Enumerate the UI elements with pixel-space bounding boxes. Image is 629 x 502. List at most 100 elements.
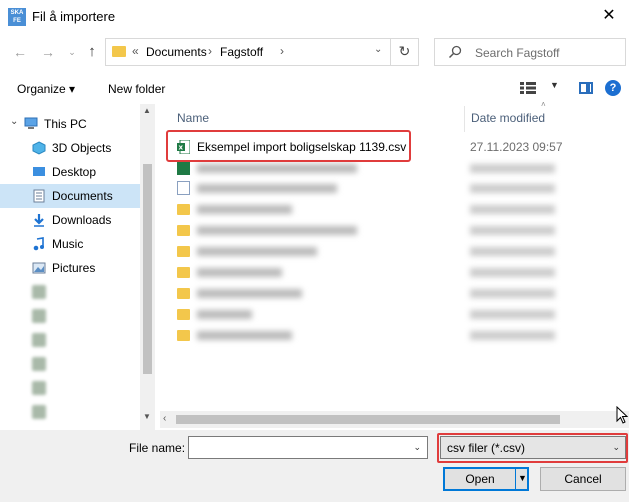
navpane-scrollbar[interactable]: ▲ ▼	[140, 104, 155, 430]
nav-item-label: Desktop	[52, 165, 97, 179]
nav-item-pictures[interactable]: Pictures	[0, 256, 140, 280]
expand-chevron-icon[interactable]: ⌄	[10, 116, 18, 127]
scroll-up-icon[interactable]: ▲	[143, 106, 151, 115]
file-name-label: File name:	[129, 441, 186, 455]
folder-row-blurred[interactable]	[165, 199, 625, 219]
nav-item-blurred[interactable]	[0, 352, 140, 376]
file-date-blurred	[470, 184, 555, 193]
breadcrumb-documents[interactable]: Documents	[146, 45, 207, 59]
view-dropdown-icon[interactable]: ▼	[550, 80, 559, 90]
organize-button[interactable]: Organize ▾	[17, 82, 75, 96]
folder-icon	[112, 46, 126, 57]
open-button-label: Open	[465, 472, 495, 486]
nav-item-downloads[interactable]: Downloads	[0, 208, 140, 232]
title-bar: SKA FE Fil å importere ✕	[0, 0, 629, 34]
close-icon[interactable]: ✕	[597, 4, 621, 28]
refresh-icon[interactable]: ↻	[390, 38, 418, 66]
new-folder-button[interactable]: New folder	[108, 82, 165, 96]
file-name-blurred	[197, 184, 337, 193]
folder-date-blurred	[470, 310, 555, 319]
scroll-down-icon[interactable]: ▼	[143, 412, 151, 421]
breadcrumb-separator-icon[interactable]: ›	[208, 44, 212, 58]
folder-row-blurred[interactable]	[165, 325, 625, 345]
forward-arrow-icon[interactable]: →	[38, 42, 58, 62]
horizontal-scrollbar[interactable]: ‹	[160, 411, 629, 428]
search-input[interactable]: Search Fagstoff	[434, 38, 626, 66]
drive-icon	[32, 309, 46, 323]
column-divider[interactable]	[464, 106, 465, 132]
help-icon[interactable]: ?	[605, 80, 621, 96]
file-highlight-annotation	[166, 130, 411, 162]
nav-item-blurred[interactable]	[0, 304, 140, 328]
chevron-down-icon[interactable]: ⌄	[413, 442, 421, 453]
download-icon	[34, 214, 44, 227]
nav-item-this-pc[interactable]: ⌄ This PC	[0, 112, 140, 136]
nav-item-desktop[interactable]: Desktop	[0, 160, 140, 184]
file-name-input[interactable]: ⌄	[188, 436, 428, 459]
cancel-button[interactable]: Cancel	[540, 467, 626, 491]
nav-item-3d-objects[interactable]: 3D Objects	[0, 136, 140, 160]
excel-file-icon	[177, 161, 190, 175]
address-bar[interactable]: « Documents › Fagstoff › ⌄	[105, 38, 419, 66]
folder-icon	[177, 225, 190, 236]
folder-date-blurred	[470, 268, 555, 277]
scrollbar-thumb[interactable]	[143, 164, 152, 374]
folder-icon	[177, 330, 190, 341]
nav-item-documents[interactable]: Documents	[0, 184, 140, 208]
folder-icon	[177, 309, 190, 320]
folder-date-blurred	[470, 247, 555, 256]
scroll-left-icon[interactable]: ‹	[163, 413, 166, 424]
column-header-date-modified[interactable]: Date modified	[471, 111, 545, 125]
folder-name-blurred	[197, 268, 282, 277]
nav-item-label: Music	[52, 237, 84, 251]
folder-row-blurred[interactable]	[165, 283, 625, 303]
column-header-name[interactable]: Name	[177, 111, 209, 125]
nav-item-music[interactable]: Music	[0, 232, 140, 256]
nav-item-blurred[interactable]	[0, 280, 140, 304]
mouse-cursor-icon	[616, 406, 628, 424]
nav-item-label: This PC	[44, 117, 87, 131]
folder-date-blurred	[470, 289, 555, 298]
preview-pane-icon[interactable]	[579, 82, 593, 94]
folder-name-blurred	[197, 226, 357, 235]
recent-locations-chevron-icon[interactable]: ⌄	[62, 42, 82, 62]
desktop-icon	[33, 167, 45, 176]
navigation-bar: ← → ⌄ ↑ « Documents › Fagstoff › ⌄ ↻ Sea…	[0, 34, 629, 72]
split-divider	[515, 469, 516, 489]
drive-icon	[32, 333, 46, 347]
nav-item-blurred[interactable]	[0, 376, 140, 400]
folder-row-blurred[interactable]	[165, 304, 625, 324]
document-file-icon	[177, 181, 190, 195]
cube-icon	[32, 141, 46, 155]
back-arrow-icon[interactable]: ←	[10, 42, 30, 62]
breadcrumb-overflow[interactable]: «	[132, 44, 139, 58]
nav-item-blurred[interactable]	[0, 400, 140, 424]
breadcrumb-separator-icon[interactable]: ›	[280, 44, 284, 58]
computer-icon	[24, 117, 38, 129]
folder-icon	[177, 288, 190, 299]
folder-row-blurred[interactable]	[165, 241, 625, 261]
drive-icon	[32, 285, 46, 299]
open-button[interactable]: Open ▼	[443, 467, 529, 491]
folder-row-blurred[interactable]	[165, 220, 625, 240]
music-icon	[33, 237, 44, 251]
file-row-blurred[interactable]	[165, 178, 625, 198]
folder-row-blurred[interactable]	[165, 262, 625, 282]
window-title: Fil å importere	[32, 9, 116, 24]
open-dropdown-icon[interactable]: ▼	[518, 473, 527, 483]
search-icon	[448, 45, 462, 59]
file-name-blurred	[197, 164, 357, 173]
scrollbar-thumb[interactable]	[176, 415, 560, 424]
folder-name-blurred	[197, 247, 317, 256]
up-arrow-icon[interactable]: ↑	[82, 42, 102, 62]
nav-item-label: Pictures	[52, 261, 96, 275]
folder-name-blurred	[197, 331, 292, 340]
view-options-icon[interactable]	[520, 82, 536, 94]
dialog-footer: File name: ⌄ csv filer (*.csv) ⌄ Open ▼ …	[0, 430, 629, 502]
nav-item-label: Documents	[52, 189, 113, 203]
folder-name-blurred	[197, 310, 252, 319]
breadcrumb-fagstoff[interactable]: Fagstoff	[220, 45, 263, 59]
nav-item-blurred[interactable]	[0, 328, 140, 352]
address-dropdown-icon[interactable]: ⌄	[374, 44, 382, 55]
folder-date-blurred	[470, 226, 555, 235]
